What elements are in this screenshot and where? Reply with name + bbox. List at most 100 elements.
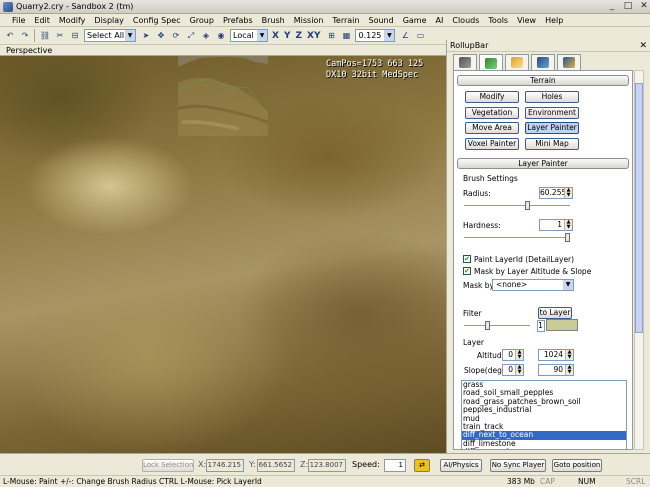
chevron-down-icon: ▼	[384, 30, 395, 41]
ruler-icon[interactable]: ▭	[414, 30, 426, 42]
menu-prefabs[interactable]: Prefabs	[223, 16, 253, 25]
sync-camera-icon[interactable]: ⇄	[414, 459, 430, 472]
mini-map-button[interactable]: Mini Map	[525, 138, 579, 150]
menu-tools[interactable]: Tools	[488, 16, 508, 25]
menu-config-spec[interactable]: Config Spec	[133, 16, 181, 25]
filter-value-field[interactable]: 1	[537, 320, 545, 332]
camera-icon[interactable]: ◉	[215, 30, 227, 42]
menu-help[interactable]: Help	[545, 16, 563, 25]
viewport-label[interactable]: Perspective	[6, 46, 52, 55]
menu-sound[interactable]: Sound	[368, 16, 393, 25]
move-area-button[interactable]: Move Area	[465, 122, 519, 134]
altitude-min-field[interactable]: 0 ▲ ▼	[502, 349, 524, 361]
axis-xy-button[interactable]: XY	[307, 31, 320, 41]
terrain-snap-icon[interactable]: ⊞	[325, 30, 337, 42]
menu-edit[interactable]: Edit	[34, 16, 50, 25]
hardness-field[interactable]: 1 ▲ ▼	[539, 219, 573, 231]
eraser-icon[interactable]: ◈	[200, 30, 212, 42]
holes-button[interactable]: Holes	[525, 91, 579, 103]
altitude-max-field[interactable]: 1024 ▲ ▼	[538, 349, 574, 361]
menu-mission[interactable]: Mission	[294, 16, 324, 25]
tab-modeling[interactable]	[505, 54, 529, 70]
tab-layers[interactable]	[557, 54, 581, 70]
spin-icon[interactable]: ▲ ▼	[564, 220, 572, 230]
menu-brush[interactable]: Brush	[262, 16, 285, 25]
spin-icon[interactable]: ▲ ▼	[565, 350, 573, 360]
axis-z-button[interactable]: Z	[295, 31, 302, 41]
speed-field[interactable]: 1	[384, 459, 406, 472]
link-icon[interactable]: ⛓	[39, 30, 51, 42]
lock-selection-button[interactable]: Lock Selection	[142, 459, 194, 472]
scrollbar-thumb[interactable]	[635, 83, 643, 333]
layer-painter-section-header[interactable]: Layer Painter	[457, 158, 629, 169]
list-item[interactable]: diff_more_pieces	[462, 447, 626, 449]
maximize-button[interactable]: □	[620, 1, 636, 13]
select-arrow-icon[interactable]: ➤	[140, 30, 152, 42]
spin-icon[interactable]: ▲ ▼	[515, 365, 523, 375]
close-button[interactable]: ✕	[636, 1, 650, 13]
mask-by-select[interactable]: <none> ▼	[492, 279, 574, 291]
menu-group[interactable]: Group	[190, 16, 214, 25]
perspective-viewport[interactable]: CamPos=1753 663 125 DX10 32bit MedSpec	[0, 56, 446, 453]
layer-painter-button[interactable]: Layer Painter	[525, 122, 579, 134]
rotate-icon[interactable]: ⟳	[170, 30, 182, 42]
filter-slider-thumb[interactable]	[485, 321, 491, 330]
y-coord-field[interactable]: 661.5652	[257, 459, 295, 472]
redo-icon[interactable]: ↷	[19, 30, 31, 42]
menu-view[interactable]: View	[517, 16, 536, 25]
spin-icon[interactable]: ▲ ▼	[565, 365, 573, 375]
lock-icon[interactable]: ⊟	[69, 30, 81, 42]
close-icon[interactable]: ✕	[639, 40, 647, 52]
scale-icon[interactable]: ⤢	[185, 30, 197, 42]
undo-icon[interactable]: ↶	[4, 30, 16, 42]
unlink-icon[interactable]: ✂	[54, 30, 66, 42]
vegetation-button[interactable]: Vegetation	[465, 107, 519, 119]
filter-color-swatch[interactable]	[546, 319, 578, 331]
voxel-painter-button[interactable]: Voxel Painter	[465, 138, 519, 150]
axis-y-button[interactable]: Y	[284, 31, 291, 41]
grid-size-combo[interactable]: 0.125 ▼	[355, 29, 396, 42]
environment-button[interactable]: Environment	[525, 107, 579, 119]
coord-system-combo[interactable]: Local ▼	[230, 29, 268, 42]
x-coord-field[interactable]: 1746.215	[206, 459, 244, 472]
spin-icon[interactable]: ▲ ▼	[564, 188, 572, 198]
paint-layerid-checkbox[interactable]: ✔	[463, 255, 471, 263]
menu-clouds[interactable]: Clouds	[452, 16, 479, 25]
list-item[interactable]: pepples_industrial	[462, 405, 626, 414]
move-icon[interactable]: ✥	[155, 30, 167, 42]
hardness-slider-thumb[interactable]	[565, 233, 570, 242]
slope-min-field[interactable]: 0 ▲ ▼	[502, 364, 524, 376]
ai-physics-button[interactable]: AI/Physics	[440, 459, 482, 472]
slope-max-field[interactable]: 90 ▲ ▼	[538, 364, 574, 376]
menu-modify[interactable]: Modify	[59, 16, 86, 25]
goto-position-button[interactable]: Goto position	[552, 459, 602, 472]
hardness-slider-track[interactable]	[464, 237, 570, 239]
axis-x-button[interactable]: X	[272, 31, 279, 41]
radius-slider-thumb[interactable]	[524, 201, 530, 210]
menu-file[interactable]: File	[12, 16, 25, 25]
mask-by-altitude-checkbox[interactable]: ✔	[463, 267, 471, 275]
filter-slider-track[interactable]	[464, 325, 530, 327]
tab-terrain[interactable]	[479, 54, 503, 71]
radius-slider-track[interactable]	[464, 205, 570, 207]
rollup-scrollbar[interactable]	[634, 70, 644, 450]
terrain-section-header[interactable]: Terrain	[457, 75, 629, 86]
select-mode-combo[interactable]: Select All ▼	[84, 29, 136, 42]
no-sync-player-button[interactable]: No Sync Player	[490, 459, 546, 472]
menu-terrain[interactable]: Terrain	[332, 16, 359, 25]
grid-icon[interactable]: ▦	[340, 30, 352, 42]
minimize-button[interactable]: _	[604, 1, 620, 13]
modify-button[interactable]: Modify	[465, 91, 519, 103]
layer-list[interactable]: grass road_soil_small_pepples road_grass…	[461, 380, 627, 449]
radius-field[interactable]: 60.255 ▲ ▼	[539, 187, 573, 199]
tab-objects[interactable]	[453, 54, 477, 70]
z-coord-field[interactable]: 123.8007	[308, 459, 346, 472]
rollup-bar: RollupBar ✕ Terrain Modify Holes Vegetat…	[446, 40, 650, 453]
to-layer-button[interactable]: to Layer	[538, 307, 572, 319]
menu-ai[interactable]: AI	[436, 16, 444, 25]
tab-display[interactable]	[531, 54, 555, 70]
spin-icon[interactable]: ▲ ▼	[515, 350, 523, 360]
menu-display[interactable]: Display	[94, 16, 124, 25]
angle-snap-icon[interactable]: ∠	[399, 30, 411, 42]
menu-game[interactable]: Game	[403, 16, 427, 25]
